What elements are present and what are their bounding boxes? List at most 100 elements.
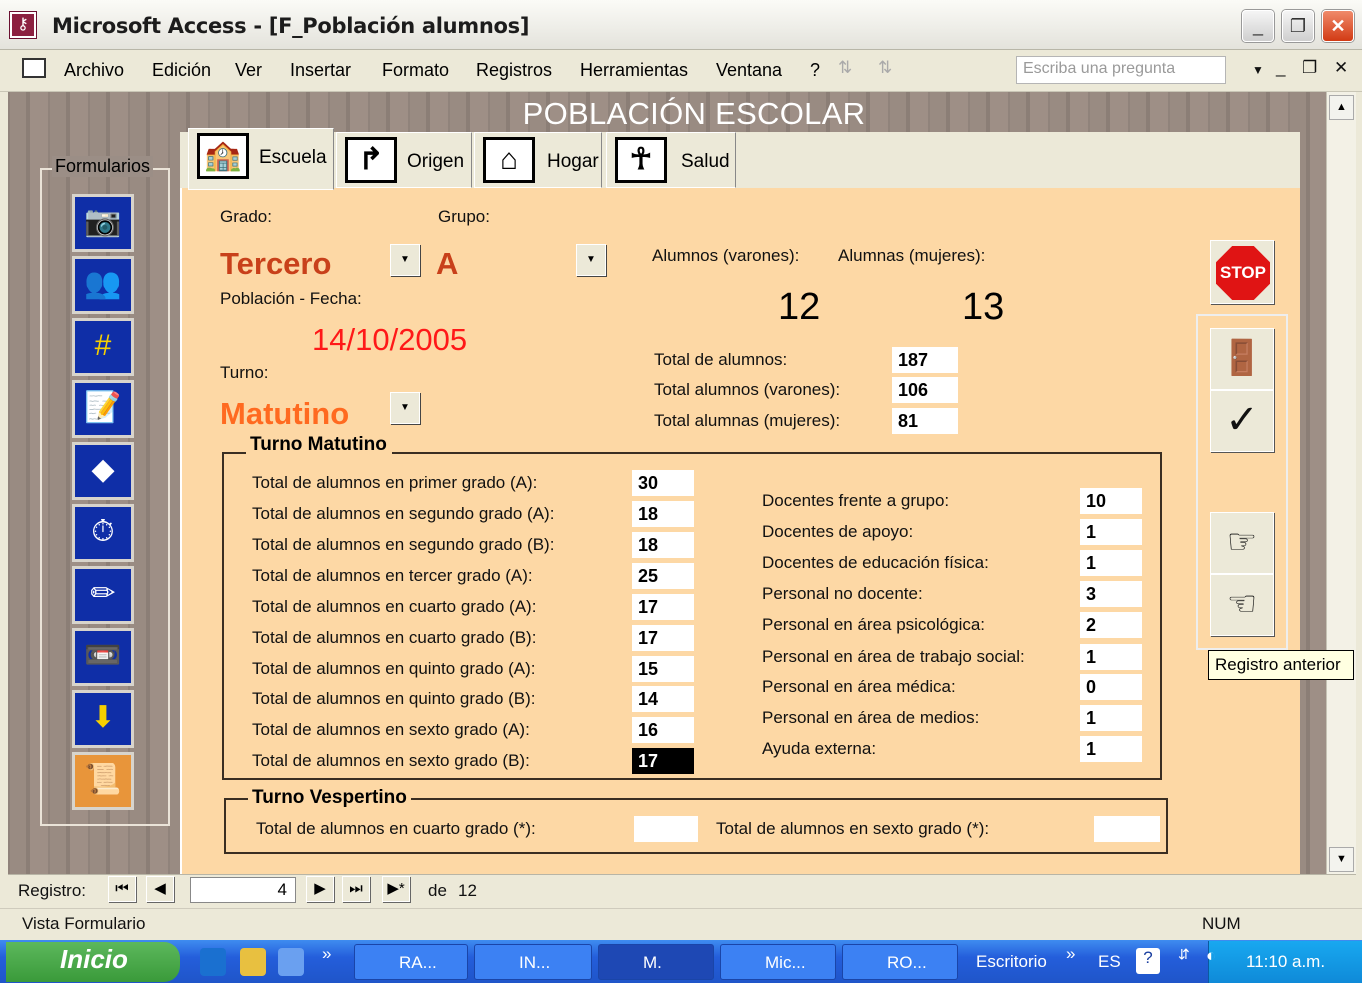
sort-ascending-icon[interactable]: ⇅: [838, 58, 852, 78]
next-record-hand-icon[interactable]: ☞: [1210, 512, 1274, 574]
exit-door-icon[interactable]: 🚪: [1210, 328, 1274, 390]
menu-insertar[interactable]: Insertar: [290, 60, 351, 81]
scroll-down-icon[interactable]: ▼: [1329, 847, 1354, 872]
taskbar-item[interactable]: IN...: [474, 944, 592, 980]
sort-descending-icon[interactable]: ⇅: [878, 58, 892, 78]
grupo-dropdown-icon[interactable]: ▼: [576, 244, 606, 276]
next-record-icon[interactable]: ▶: [306, 876, 334, 902]
network-icon[interactable]: ⇵: [1178, 946, 1190, 963]
start-button[interactable]: Inicio: [6, 942, 180, 982]
varones-value[interactable]: 12: [778, 286, 820, 329]
toolbar-chevron-icon[interactable]: »: [1066, 944, 1075, 964]
matutino-row-value[interactable]: 30: [632, 470, 694, 496]
prev-record-icon[interactable]: ◀: [146, 876, 174, 902]
record-total: 12: [458, 881, 477, 900]
download-arrow-icon[interactable]: ⬇: [72, 690, 134, 748]
ask-question-input[interactable]: Escriba una pregunta: [1016, 56, 1226, 84]
tab-label: Hogar: [547, 151, 599, 172]
stop-button[interactable]: STOP: [1210, 240, 1274, 304]
hash-icon[interactable]: #: [72, 318, 134, 376]
first-record-icon[interactable]: ⏮: [108, 876, 136, 902]
desktop-toolbar-label[interactable]: Escritorio: [976, 952, 1047, 972]
certificate-icon[interactable]: 📜: [72, 752, 134, 810]
form-menu-icon[interactable]: [22, 58, 46, 78]
camera-icon[interactable]: 📷: [72, 194, 134, 252]
quicklaunch-icon[interactable]: [240, 948, 266, 976]
volume-icon[interactable]: ◐: [1206, 946, 1216, 966]
staff-row-value[interactable]: 1: [1080, 550, 1142, 576]
grado-value[interactable]: Tercero: [220, 246, 331, 282]
doc-minimize-button[interactable]: _: [1276, 58, 1285, 78]
vertical-scrollbar[interactable]: ▲ ▼: [1326, 92, 1356, 874]
tab-escuela[interactable]: 🏫 Escuela: [188, 128, 334, 190]
shapes-icon[interactable]: ◆: [72, 442, 134, 500]
vesp-cuarto-value[interactable]: [634, 816, 698, 842]
matutino-row-value[interactable]: 18: [632, 501, 694, 527]
menu-herramientas[interactable]: Herramientas: [580, 60, 688, 81]
menu-archivo[interactable]: Archivo: [64, 60, 124, 81]
matutino-row-value[interactable]: 15: [632, 656, 694, 682]
matutino-row-value[interactable]: 16: [632, 717, 694, 743]
staff-row-value[interactable]: 3: [1080, 581, 1142, 607]
taskbar-item-active[interactable]: M.: [598, 944, 714, 980]
clock[interactable]: 11:10 a.m.: [1246, 952, 1325, 972]
access-key-icon[interactable]: ⚷: [9, 11, 37, 39]
notes-icon[interactable]: 📝: [72, 380, 134, 438]
doc-close-button[interactable]: ✕: [1334, 58, 1348, 78]
minimize-button[interactable]: _: [1242, 10, 1274, 42]
fecha-value[interactable]: 14/10/2005: [312, 322, 467, 358]
taskbar-item[interactable]: RA...: [354, 944, 468, 980]
ie-icon[interactable]: [200, 948, 226, 976]
grado-dropdown-icon[interactable]: ▼: [390, 244, 420, 276]
menu-help[interactable]: ?: [810, 60, 820, 81]
mujeres-value[interactable]: 13: [962, 286, 1004, 329]
turno-value[interactable]: Matutino: [220, 396, 349, 432]
menu-registros[interactable]: Registros: [476, 60, 552, 81]
staff-row-value[interactable]: 1: [1080, 519, 1142, 545]
ask-dropdown-icon[interactable]: ▼: [1252, 63, 1264, 77]
matutino-row-value[interactable]: 18: [632, 532, 694, 558]
overflow-chevron-icon[interactable]: »: [322, 944, 331, 964]
checkmark-icon[interactable]: ✓: [1210, 390, 1274, 452]
staff-row-value[interactable]: 10: [1080, 488, 1142, 514]
menu-edicion[interactable]: Edición: [152, 60, 211, 81]
help-icon[interactable]: ?: [1136, 948, 1160, 974]
stopwatch-icon[interactable]: ⏱: [72, 504, 134, 562]
previous-record-hand-icon[interactable]: ☜: [1210, 574, 1274, 636]
pencil-icon[interactable]: ✏: [72, 566, 134, 624]
grupo-value[interactable]: A: [436, 246, 458, 282]
staff-row-value[interactable]: 1: [1080, 644, 1142, 670]
staff-row-value[interactable]: 1: [1080, 705, 1142, 731]
last-record-icon[interactable]: ⏭: [342, 876, 370, 902]
menu-ver[interactable]: Ver: [235, 60, 262, 81]
tab-origen[interactable]: ↱ Origen: [336, 132, 472, 188]
restore-button[interactable]: ❐: [1282, 10, 1314, 42]
new-record-icon[interactable]: ▶*: [382, 876, 410, 902]
taskbar-item[interactable]: RO...: [842, 944, 958, 980]
staff-row-value[interactable]: 0: [1080, 674, 1142, 700]
menu-ventana[interactable]: Ventana: [716, 60, 782, 81]
people-icon[interactable]: 👥: [72, 256, 134, 314]
record-number-input[interactable]: 4: [190, 877, 296, 903]
taskbar-item[interactable]: Mic...: [720, 944, 836, 980]
matutino-row-value[interactable]: 17: [632, 594, 694, 620]
matutino-row-value[interactable]: 25: [632, 563, 694, 589]
total-value[interactable]: 187: [892, 347, 958, 373]
quicklaunch-icon[interactable]: [278, 948, 304, 976]
matutino-row-value[interactable]: 14: [632, 686, 694, 712]
staff-row-value[interactable]: 2: [1080, 612, 1142, 638]
matutino-row-value[interactable]: 17: [632, 625, 694, 651]
tab-salud[interactable]: ☥ Salud: [606, 132, 736, 188]
total-value[interactable]: 106: [892, 377, 958, 403]
total-value[interactable]: 81: [892, 408, 958, 434]
staff-row-value[interactable]: 1: [1080, 736, 1142, 762]
close-button[interactable]: ✕: [1322, 10, 1354, 42]
doc-restore-button[interactable]: ❐: [1302, 58, 1317, 78]
vesp-sexto-value[interactable]: [1094, 816, 1160, 842]
tab-hogar[interactable]: ⌂ Hogar: [474, 132, 602, 188]
matutino-row-value-selected[interactable]: 17: [632, 748, 694, 774]
turno-dropdown-icon[interactable]: ▼: [390, 392, 420, 424]
cassette-icon[interactable]: 📼: [72, 628, 134, 686]
menu-formato[interactable]: Formato: [382, 60, 449, 81]
language-indicator[interactable]: ES: [1098, 952, 1121, 972]
